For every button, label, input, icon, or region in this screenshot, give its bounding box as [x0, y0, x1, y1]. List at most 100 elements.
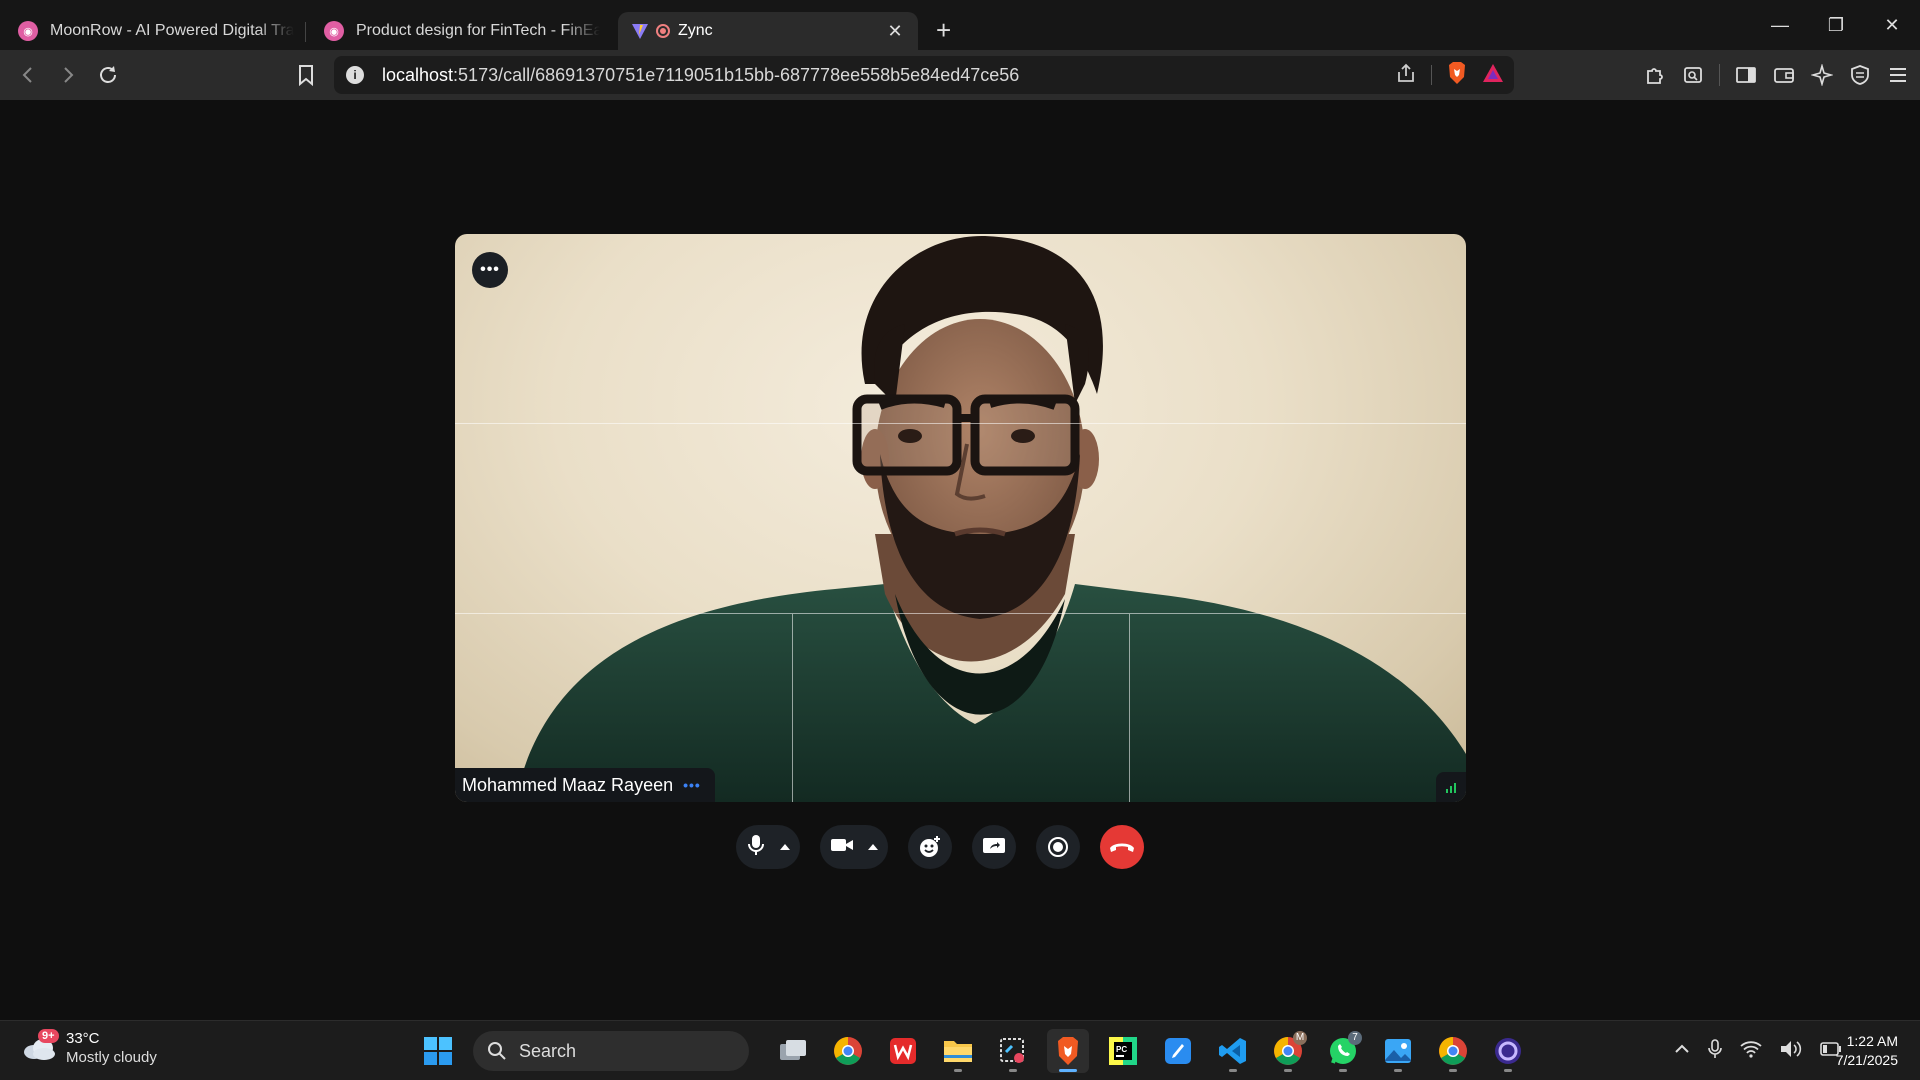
- chrome-second-profile-icon[interactable]: [1432, 1029, 1474, 1073]
- search-icon: [488, 1042, 506, 1060]
- browser-tab-strip: ◉ MoonRow - AI Powered Digital Transf ◉ …: [0, 0, 1920, 50]
- microphone-icon[interactable]: [746, 834, 766, 861]
- record-button[interactable]: [1036, 825, 1080, 869]
- tab-title: MoonRow - AI Powered Digital Transf: [50, 22, 294, 39]
- wallet-icon[interactable]: [1772, 63, 1796, 87]
- network-quality-icon: [1436, 772, 1466, 802]
- call-controls: [736, 825, 1144, 869]
- weather-description: Mostly cloudy: [66, 1049, 157, 1066]
- running-indicator: [1229, 1069, 1237, 1072]
- whatsapp-unread-count: 7: [1348, 1031, 1362, 1045]
- participant-name-tag: Mohammed Maaz Rayeen •••: [455, 768, 715, 802]
- recording-icon: [656, 24, 670, 38]
- url-text[interactable]: localhost:5173/call/68691370751e7119051b…: [382, 65, 1019, 86]
- restore-icon[interactable]: ❐: [1808, 0, 1864, 50]
- mic-options-caret-icon[interactable]: [780, 844, 790, 850]
- cloud-icon: 9+: [22, 1029, 59, 1061]
- brave-browser-icon[interactable]: [1047, 1029, 1089, 1073]
- tile-more-options-button[interactable]: •••: [472, 252, 508, 288]
- weather-widget[interactable]: 9+ 33°C Mostly cloudy: [22, 1029, 157, 1067]
- task-view-icon[interactable]: [772, 1029, 814, 1073]
- reactions-button[interactable]: [908, 825, 952, 869]
- back-icon[interactable]: [10, 57, 46, 93]
- system-tray: [1674, 1029, 1842, 1073]
- running-indicator: [1504, 1069, 1512, 1072]
- chrome-icon[interactable]: [827, 1029, 869, 1073]
- grid-line: [792, 614, 793, 802]
- dribbble-icon: ◉: [324, 21, 344, 41]
- sidebar-icon[interactable]: [1734, 63, 1758, 87]
- clock-time: 1:22 AM: [1846, 1033, 1898, 1049]
- notes-icon[interactable]: [1157, 1029, 1199, 1073]
- weather-badge: 9+: [38, 1029, 59, 1043]
- participant-name: Mohammed Maaz Rayeen: [462, 774, 674, 795]
- call-page: ••• Mohammed Maaz Rayeen •••: [0, 100, 1920, 1020]
- photos-icon[interactable]: [1377, 1029, 1419, 1073]
- window-controls: — ❐ ✕: [1752, 0, 1920, 50]
- wps-office-icon[interactable]: [882, 1029, 924, 1073]
- grid-line: [455, 423, 1466, 424]
- running-indicator: [1059, 1069, 1077, 1072]
- camera-control[interactable]: [820, 825, 888, 869]
- windows-start-icon[interactable]: [416, 1029, 460, 1073]
- close-tab-icon[interactable]: ✕: [884, 21, 906, 42]
- grid-line: [1129, 614, 1130, 802]
- vscode-icon[interactable]: [1212, 1029, 1254, 1073]
- camera-icon[interactable]: [830, 836, 854, 859]
- tab-moonrow[interactable]: ◉ MoonRow - AI Powered Digital Transf: [6, 12, 306, 50]
- tab-separator: [305, 22, 306, 42]
- leo-ai-icon[interactable]: [1810, 63, 1834, 87]
- search-label: Search: [519, 1040, 577, 1061]
- screen-share-icon: [983, 838, 1005, 853]
- camera-options-caret-icon[interactable]: [868, 844, 878, 850]
- menu-icon[interactable]: [1886, 63, 1910, 87]
- extensions-icon[interactable]: [1643, 63, 1667, 87]
- clock-date: 7/21/2025: [1835, 1052, 1898, 1068]
- emoji-add-icon: [920, 836, 940, 857]
- share-icon[interactable]: [1395, 62, 1417, 89]
- tab-fintech[interactable]: ◉ Product design for FinTech - FinEase: [312, 12, 612, 50]
- system-clock[interactable]: 1:22 AM 7/21/2025: [1836, 1032, 1898, 1070]
- whatsapp-icon[interactable]: 7: [1322, 1029, 1364, 1073]
- site-info-icon[interactable]: i: [346, 66, 364, 84]
- pycharm-icon[interactable]: PC: [1102, 1029, 1144, 1073]
- snipping-tool-icon[interactable]: [992, 1029, 1034, 1073]
- running-indicator: [1284, 1069, 1292, 1072]
- microphone-in-use-icon[interactable]: [1708, 1038, 1722, 1064]
- bookmark-icon[interactable]: [288, 57, 324, 93]
- vpn-icon[interactable]: [1848, 63, 1872, 87]
- reading-list-icon[interactable]: [1681, 63, 1705, 87]
- close-window-icon[interactable]: ✕: [1864, 0, 1920, 50]
- taskbar-search[interactable]: Search: [473, 1031, 749, 1071]
- record-icon: [1048, 837, 1068, 857]
- participant-video-tile[interactable]: ••• Mohammed Maaz Rayeen •••: [455, 234, 1466, 802]
- toolbar-actions: [1643, 50, 1910, 100]
- file-explorer-icon[interactable]: [937, 1029, 979, 1073]
- tab-zync[interactable]: Zync ✕: [618, 12, 918, 50]
- running-indicator: [1394, 1069, 1402, 1072]
- wifi-icon[interactable]: [1740, 1040, 1762, 1063]
- volume-icon[interactable]: [1780, 1040, 1802, 1063]
- microphone-control[interactable]: [736, 825, 800, 869]
- screen-share-button[interactable]: [972, 825, 1016, 869]
- new-tab-button[interactable]: +: [936, 12, 951, 50]
- brave-shields-icon[interactable]: [1446, 61, 1468, 90]
- forward-icon[interactable]: [50, 57, 86, 93]
- divider: [1719, 64, 1720, 86]
- grid-line: [455, 613, 1466, 614]
- end-call-button[interactable]: [1100, 825, 1144, 869]
- cortana-icon[interactable]: [1487, 1029, 1529, 1073]
- address-bar[interactable]: i localhost:5173/call/68691370751e711905…: [334, 56, 1514, 94]
- brave-rewards-icon[interactable]: [1482, 63, 1504, 88]
- tab-title: Product design for FinTech - FinEase: [356, 22, 600, 39]
- running-indicator: [1449, 1069, 1457, 1072]
- reload-icon[interactable]: [90, 57, 126, 93]
- show-hidden-icons-chevron-icon[interactable]: [1674, 1041, 1690, 1062]
- dribbble-icon: ◉: [18, 21, 38, 41]
- running-indicator: [954, 1069, 962, 1072]
- hang-up-icon: [1110, 843, 1134, 852]
- running-indicator: [1339, 1069, 1347, 1072]
- tab-title: Zync: [678, 22, 713, 39]
- minimize-icon[interactable]: —: [1752, 0, 1808, 50]
- chrome-profile-icon[interactable]: M: [1267, 1029, 1309, 1073]
